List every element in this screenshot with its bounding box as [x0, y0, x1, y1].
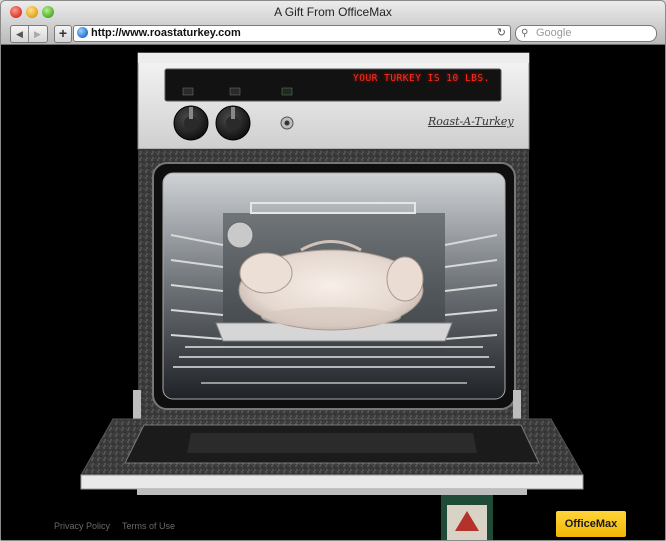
back-arrow-icon: ◀	[16, 29, 23, 39]
title-bar: A Gift From OfficeMax	[1, 1, 665, 23]
page-content: YOUR TURKEY IS 10 LBS. Roast-A-Turkey Pr…	[1, 45, 665, 540]
privacy-policy-link[interactable]: Privacy Policy	[54, 521, 110, 531]
indicator-light-1	[182, 87, 194, 96]
search-icon: ⚲	[521, 28, 529, 39]
address-bar[interactable]: http://www.roastaturkey.com ↻	[73, 25, 511, 42]
window-title: A Gift From OfficeMax	[274, 5, 392, 19]
forward-arrow-icon: ▶	[34, 29, 41, 39]
temperature-knob[interactable]	[173, 105, 209, 141]
officemax-logo[interactable]: OfficeMax	[556, 511, 626, 537]
oven-door[interactable]	[80, 418, 584, 495]
globe-icon	[77, 27, 88, 38]
url-text: http://www.roastaturkey.com	[91, 27, 241, 39]
search-field[interactable]: ⚲ Google	[515, 25, 657, 42]
reload-icon[interactable]: ↻	[497, 26, 506, 41]
back-button[interactable]: ◀	[11, 26, 28, 42]
browser-window: A Gift From OfficeMax ◀ ▶ + http://www.r…	[0, 0, 666, 541]
back-forward-group: ◀ ▶	[10, 25, 48, 43]
timer-knob[interactable]	[215, 105, 251, 141]
indicator-light-2	[229, 87, 241, 96]
gift-tag[interactable]	[441, 495, 493, 540]
forward-button[interactable]: ▶	[29, 26, 46, 42]
terms-of-use-link[interactable]: Terms of Use	[122, 521, 175, 531]
oven-light	[226, 221, 254, 249]
oven-illustration[interactable]	[1, 45, 665, 540]
left-hinge	[133, 390, 141, 422]
oven-brand-label: Roast-A-Turkey	[428, 115, 514, 128]
indicator-light-3	[281, 87, 293, 96]
right-hinge	[513, 390, 521, 422]
light-switch[interactable]	[280, 116, 294, 130]
search-placeholder: Google	[536, 27, 572, 39]
oven-display-text: YOUR TURKEY IS 10 LBS.	[353, 73, 490, 84]
add-bookmark-button[interactable]: +	[54, 25, 72, 43]
